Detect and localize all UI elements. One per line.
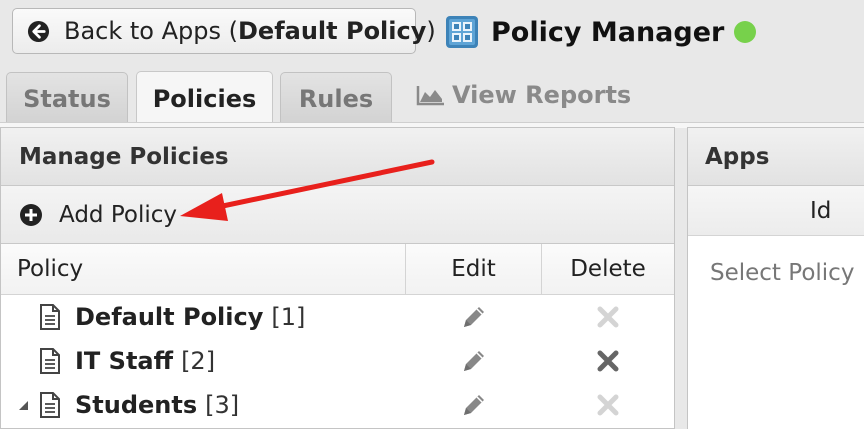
delete-policy-button xyxy=(542,295,674,339)
tab-view-reports[interactable]: View Reports xyxy=(416,78,631,112)
column-header-id[interactable]: Id xyxy=(688,186,864,236)
manage-policies-title: Manage Policies xyxy=(1,128,674,186)
pencil-icon[interactable] xyxy=(459,302,489,332)
close-x-icon xyxy=(597,350,619,372)
view-reports-label: View Reports xyxy=(452,81,632,109)
pencil-icon[interactable] xyxy=(459,390,489,420)
tab-bar: Status Policies Rules View Reports xyxy=(0,66,864,125)
policy-row[interactable]: Default Policy [1] xyxy=(1,295,674,339)
column-header-policy[interactable]: Policy xyxy=(1,244,406,294)
apps-title: Apps xyxy=(688,128,864,186)
back-policy-name: Default Policy xyxy=(238,17,427,45)
policy-cell[interactable]: Students [3] xyxy=(1,383,406,427)
policy-name: Students xyxy=(75,391,198,419)
policy-cell[interactable]: Default Policy [1] xyxy=(1,295,406,339)
back-prefix: Back to Apps ( xyxy=(64,17,238,45)
policy-id: [2] xyxy=(181,347,216,375)
back-suffix: ) xyxy=(426,17,436,45)
add-policy-label: Add Policy xyxy=(59,201,177,228)
column-header-edit[interactable]: Edit xyxy=(406,244,542,294)
policy-cell[interactable]: IT Staff [2] xyxy=(1,339,406,383)
tab-policies[interactable]: Policies xyxy=(136,71,273,125)
apps-empty-message: Select Policy xyxy=(710,260,855,286)
edit-policy-button[interactable] xyxy=(406,295,542,339)
document-icon xyxy=(40,392,60,418)
close-x-icon xyxy=(597,306,619,328)
document-icon xyxy=(40,348,60,374)
apps-panel: Apps Id Select Policy xyxy=(687,127,864,429)
column-header-delete[interactable]: Delete xyxy=(542,244,674,294)
document-icon xyxy=(40,304,60,330)
policy-manager-app-icon xyxy=(446,16,478,48)
edit-policy-button[interactable] xyxy=(406,339,542,383)
area-chart-icon xyxy=(416,86,444,106)
policy-name: IT Staff xyxy=(75,347,174,375)
tab-status[interactable]: Status xyxy=(6,72,128,124)
delete-policy-button[interactable] xyxy=(542,339,674,383)
policies-toolbar: Add Policy xyxy=(1,186,674,244)
arrow-left-circle-icon xyxy=(27,20,50,42)
policies-grid-header: Policy Edit Delete xyxy=(1,244,674,295)
plus-circle-icon xyxy=(20,203,42,226)
policy-row[interactable]: Students [3] xyxy=(1,383,674,427)
app-title: Policy Manager xyxy=(491,16,725,48)
pencil-icon[interactable] xyxy=(459,346,489,376)
add-policy-button[interactable]: Add Policy xyxy=(19,202,177,228)
status-indicator-dot xyxy=(734,21,757,43)
policy-id: [3] xyxy=(205,391,240,419)
back-to-apps-button[interactable]: Back to Apps (Default Policy) xyxy=(12,8,436,54)
policy-row[interactable]: IT Staff [2] xyxy=(1,339,674,383)
close-x-icon xyxy=(597,394,619,416)
policy-name: Default Policy xyxy=(75,303,264,331)
manage-policies-panel: Manage Policies Add Policy Policy Edit D… xyxy=(0,127,675,429)
app-title-bar: Policy Manager xyxy=(446,14,757,50)
delete-policy-button xyxy=(542,383,674,427)
expand-triangle-icon[interactable] xyxy=(17,399,29,411)
tab-rules[interactable]: Rules xyxy=(280,72,392,124)
policies-grid-body: Default Policy [1] IT Staff [2] Students [3] xyxy=(1,295,674,427)
policy-id: [1] xyxy=(271,303,306,331)
edit-policy-button[interactable] xyxy=(406,383,542,427)
